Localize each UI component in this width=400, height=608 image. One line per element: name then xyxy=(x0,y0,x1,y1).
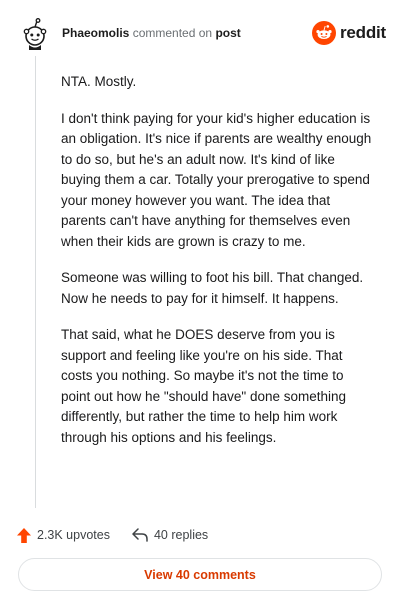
comment-card: Phaeomolis commented on post reddit NTA.… xyxy=(0,0,400,608)
avatar[interactable] xyxy=(18,16,52,50)
comment-header: Phaeomolis commented on post reddit xyxy=(18,14,386,52)
upvote-arrow-icon xyxy=(17,527,31,543)
brand-logo[interactable]: reddit xyxy=(311,21,386,45)
byline-action-text: commented on xyxy=(132,26,213,40)
username-link[interactable]: Phaeomolis xyxy=(62,26,129,40)
post-link[interactable]: post xyxy=(215,26,240,40)
comment-paragraph: NTA. Mostly. xyxy=(61,74,137,89)
replies-button[interactable]: 40 replies xyxy=(132,528,208,542)
comment-paragraph: Someone was willing to foot his bill. Th… xyxy=(61,270,364,306)
reddit-logo-icon xyxy=(311,21,336,45)
comment-actions: 2.3K upvotes 40 replies xyxy=(17,525,383,545)
comment-paragraph: I don't think paying for your kid's high… xyxy=(61,110,372,249)
view-comments-button[interactable]: View 40 comments xyxy=(18,558,382,591)
upvote-count: 2.3K upvotes xyxy=(37,528,110,542)
upvote-button[interactable]: 2.3K upvotes xyxy=(17,527,110,543)
reply-count: 40 replies xyxy=(153,528,209,542)
snoo-avatar-icon xyxy=(18,16,52,50)
comment-body: NTA. Mostly. I don't think paying for yo… xyxy=(61,72,373,464)
thread-line xyxy=(35,56,36,508)
brand-wordmark: reddit xyxy=(339,23,386,42)
byline: Phaeomolis commented on post xyxy=(62,26,241,40)
comment-paragraph: That said, what he DOES deserve from you… xyxy=(61,327,347,445)
reply-arrow-icon xyxy=(132,528,148,542)
